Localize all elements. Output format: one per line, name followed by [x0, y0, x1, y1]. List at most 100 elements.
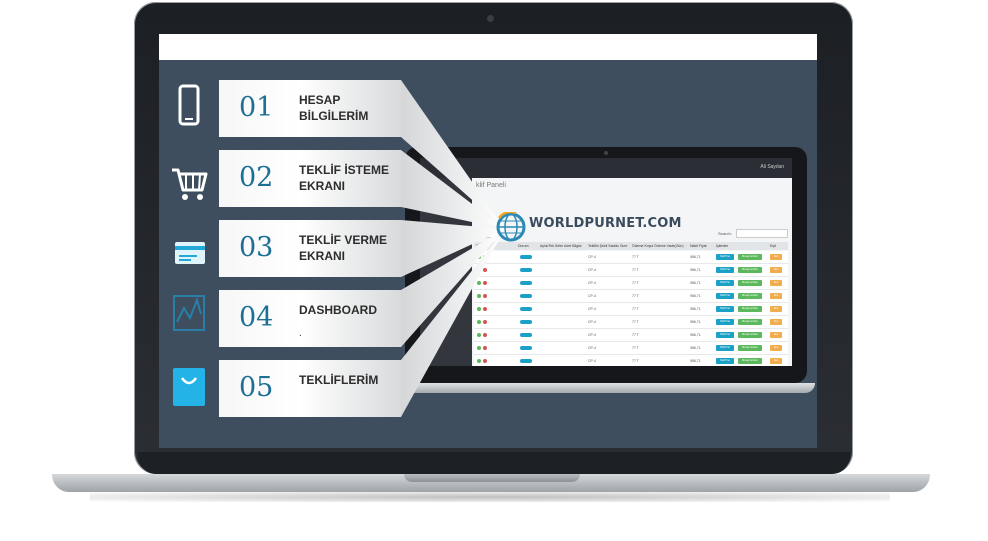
- inner-panel-title: klif Paneli: [476, 182, 506, 189]
- card-number: 04: [239, 302, 274, 333]
- sen-button[interactable]: Sen: [770, 358, 782, 364]
- cell-term: 77 T: [632, 294, 639, 298]
- cell-price: 986,71: [690, 281, 701, 285]
- status-dot-red: [483, 294, 487, 298]
- cell-price: 986,71: [690, 346, 701, 350]
- mesaj-gonder-button[interactable]: Mesaj Gönder: [738, 345, 762, 351]
- inner-search-input[interactable]: [736, 229, 788, 238]
- status-dot-green: [477, 359, 481, 363]
- inner-table-header-cell[interactable]: İşlemler: [716, 244, 728, 248]
- teklif-ver-button[interactable]: Teklif Ver: [716, 332, 734, 338]
- inner-user-name[interactable]: Ali Sayılan: [760, 164, 784, 170]
- sen-button[interactable]: Sen: [770, 293, 782, 299]
- cell-code: CP-4: [588, 307, 596, 311]
- mesaj-gonder-button[interactable]: Mesaj Gönder: [738, 332, 762, 338]
- cell-term: 77 T: [632, 320, 639, 324]
- status-dot-green: [477, 333, 481, 337]
- status-dot-red: [483, 281, 487, 285]
- cell-code: CP-4: [588, 281, 596, 285]
- card-label: TEKLİFLERİM: [299, 373, 379, 387]
- inner-laptop-base: [395, 383, 815, 393]
- cell-code: CP-4: [588, 359, 596, 363]
- teklif-ver-button[interactable]: Teklif Ver: [716, 267, 734, 273]
- inner-table-header-cell[interactable]: Satış No: [476, 244, 489, 248]
- inner-table-row[interactable]: CP-4 77 T 986,71 Teklif Ver Mesaj Gönder Sen: [474, 303, 788, 316]
- teklif-ver-button[interactable]: Teklif Ver: [716, 358, 734, 364]
- teklif-ver-button[interactable]: Teklif Ver: [716, 306, 734, 312]
- cell-term: 77 T: [632, 346, 639, 350]
- cell-price: 986,71: [690, 294, 701, 298]
- sen-button[interactable]: Sen: [770, 319, 782, 325]
- card-teklif-verme-ekrani[interactable]: 03 TEKLİF VERME EKRANI: [219, 220, 401, 277]
- cell-price: 986,71: [690, 320, 701, 324]
- inner-table-row[interactable]: CP-4 77 T 986,71 Teklif Ver Mesaj Gönder Sen: [474, 329, 788, 342]
- card-number: 01: [239, 92, 274, 123]
- card-teklif-isteme-ekrani[interactable]: 02 TEKLİF İSTEME EKRANI: [219, 150, 401, 207]
- status-dot-red: [483, 320, 487, 324]
- inner-table-row[interactable]: CP-4 77 T 986,71 Teklif Ver Mesaj Gönder Sen: [474, 251, 788, 264]
- sen-button[interactable]: Sen: [770, 332, 782, 338]
- inner-table-row[interactable]: CP-4 77 T 986,71 Teklif Ver Mesaj Gönder Sen: [474, 290, 788, 303]
- sen-button[interactable]: Sen: [770, 345, 782, 351]
- status-dot-red: [483, 307, 487, 311]
- mesaj-gonder-button[interactable]: Mesaj Gönder: [738, 306, 762, 312]
- teklif-ver-button[interactable]: Teklif Ver: [716, 254, 734, 260]
- card-number: 02: [239, 162, 274, 193]
- card-label: TEKLİF İSTEME EKRANI: [299, 163, 389, 193]
- sen-button[interactable]: Sen: [770, 280, 782, 286]
- sen-button[interactable]: Sen: [770, 267, 782, 273]
- shopping-bag-icon: [173, 368, 205, 406]
- mesaj-gonder-button[interactable]: Mesaj Gönder: [738, 319, 762, 325]
- cell-term: 77 T: [632, 268, 639, 272]
- sen-button[interactable]: Sen: [770, 306, 782, 312]
- inner-table-row[interactable]: CP-4 77 T 986,71 Teklif Ver Mesaj Gönder Sen: [474, 264, 788, 277]
- inner-table-row[interactable]: CP-4 77 T 986,71 Teklif Ver Mesaj Gönder Sen: [474, 316, 788, 329]
- inner-filter-button[interactable]: Filtre: [476, 228, 498, 238]
- card-tekliflerim[interactable]: 05 TEKLİFLERİM: [219, 360, 401, 417]
- inner-sidebar: [420, 178, 472, 366]
- status-dot-green: [477, 320, 481, 324]
- cell-price: 986,71: [690, 333, 701, 337]
- status-badge: [520, 294, 532, 298]
- shopping-cart-icon: [172, 168, 208, 200]
- mesaj-gonder-button[interactable]: Mesaj Gönder: [738, 293, 762, 299]
- globe-icon: [496, 212, 526, 242]
- mesaj-gonder-button[interactable]: Mesaj Gönder: [738, 254, 762, 260]
- cell-price: 986,71: [690, 268, 701, 272]
- inner-table-row[interactable]: CP-4 77 T 986,71 Teklif Ver Mesaj Gönder Sen: [474, 355, 788, 366]
- cell-code: CP-4: [588, 333, 596, 337]
- cell-code: CP-4: [588, 346, 596, 350]
- card-hesap-bilgilerim[interactable]: 01 HESAP BİLGİLERİM: [219, 80, 401, 137]
- status-dot-red: [483, 268, 487, 272]
- cell-term: 77 T: [632, 307, 639, 311]
- card-number: 05: [239, 372, 274, 403]
- teklif-ver-button[interactable]: Teklif Ver: [716, 345, 734, 351]
- cell-code: CP-4: [588, 294, 596, 298]
- mesaj-gonder-button[interactable]: Mesaj Gönder: [738, 358, 762, 364]
- status-badge: [520, 333, 532, 337]
- card-number: 03: [239, 232, 274, 263]
- inner-table-header-cell[interactable]: Nakit Fiyat: [690, 244, 707, 248]
- teklif-ver-button[interactable]: Teklif Ver: [716, 319, 734, 325]
- status-dot-red: [483, 333, 487, 337]
- inner-table-row[interactable]: CP-4 77 T 986,71 Teklif Ver Mesaj Gönder Sen: [474, 342, 788, 355]
- sen-button[interactable]: Sen: [770, 254, 782, 260]
- cell-term: 77 T: [632, 281, 639, 285]
- teklif-ver-button[interactable]: Teklif Ver: [716, 280, 734, 286]
- cell-term: 77 T: [632, 255, 639, 259]
- status-dot-green: [477, 268, 481, 272]
- inner-search-label: Search:: [718, 231, 732, 236]
- mesaj-gonder-button[interactable]: Mesaj Gönder: [738, 280, 762, 286]
- cell-price: 986,71: [690, 255, 701, 259]
- cell-code: CP-4: [588, 320, 596, 324]
- status-badge: [520, 359, 532, 363]
- cell-term: 77 T: [632, 359, 639, 363]
- card-dashboard[interactable]: 04 DASHBOARD .: [219, 290, 401, 347]
- inner-table-row[interactable]: CP-4 77 T 986,71 Teklif Ver Mesaj Gönder Sen: [474, 277, 788, 290]
- inner-table-header-cell[interactable]: Eşit: [770, 244, 776, 248]
- status-dot-green: [477, 346, 481, 350]
- teklif-ver-button[interactable]: Teklif Ver: [716, 293, 734, 299]
- credit-card-icon: [175, 242, 205, 264]
- mesaj-gonder-button[interactable]: Mesaj Gönder: [738, 267, 762, 273]
- laptop-notch: [404, 474, 580, 482]
